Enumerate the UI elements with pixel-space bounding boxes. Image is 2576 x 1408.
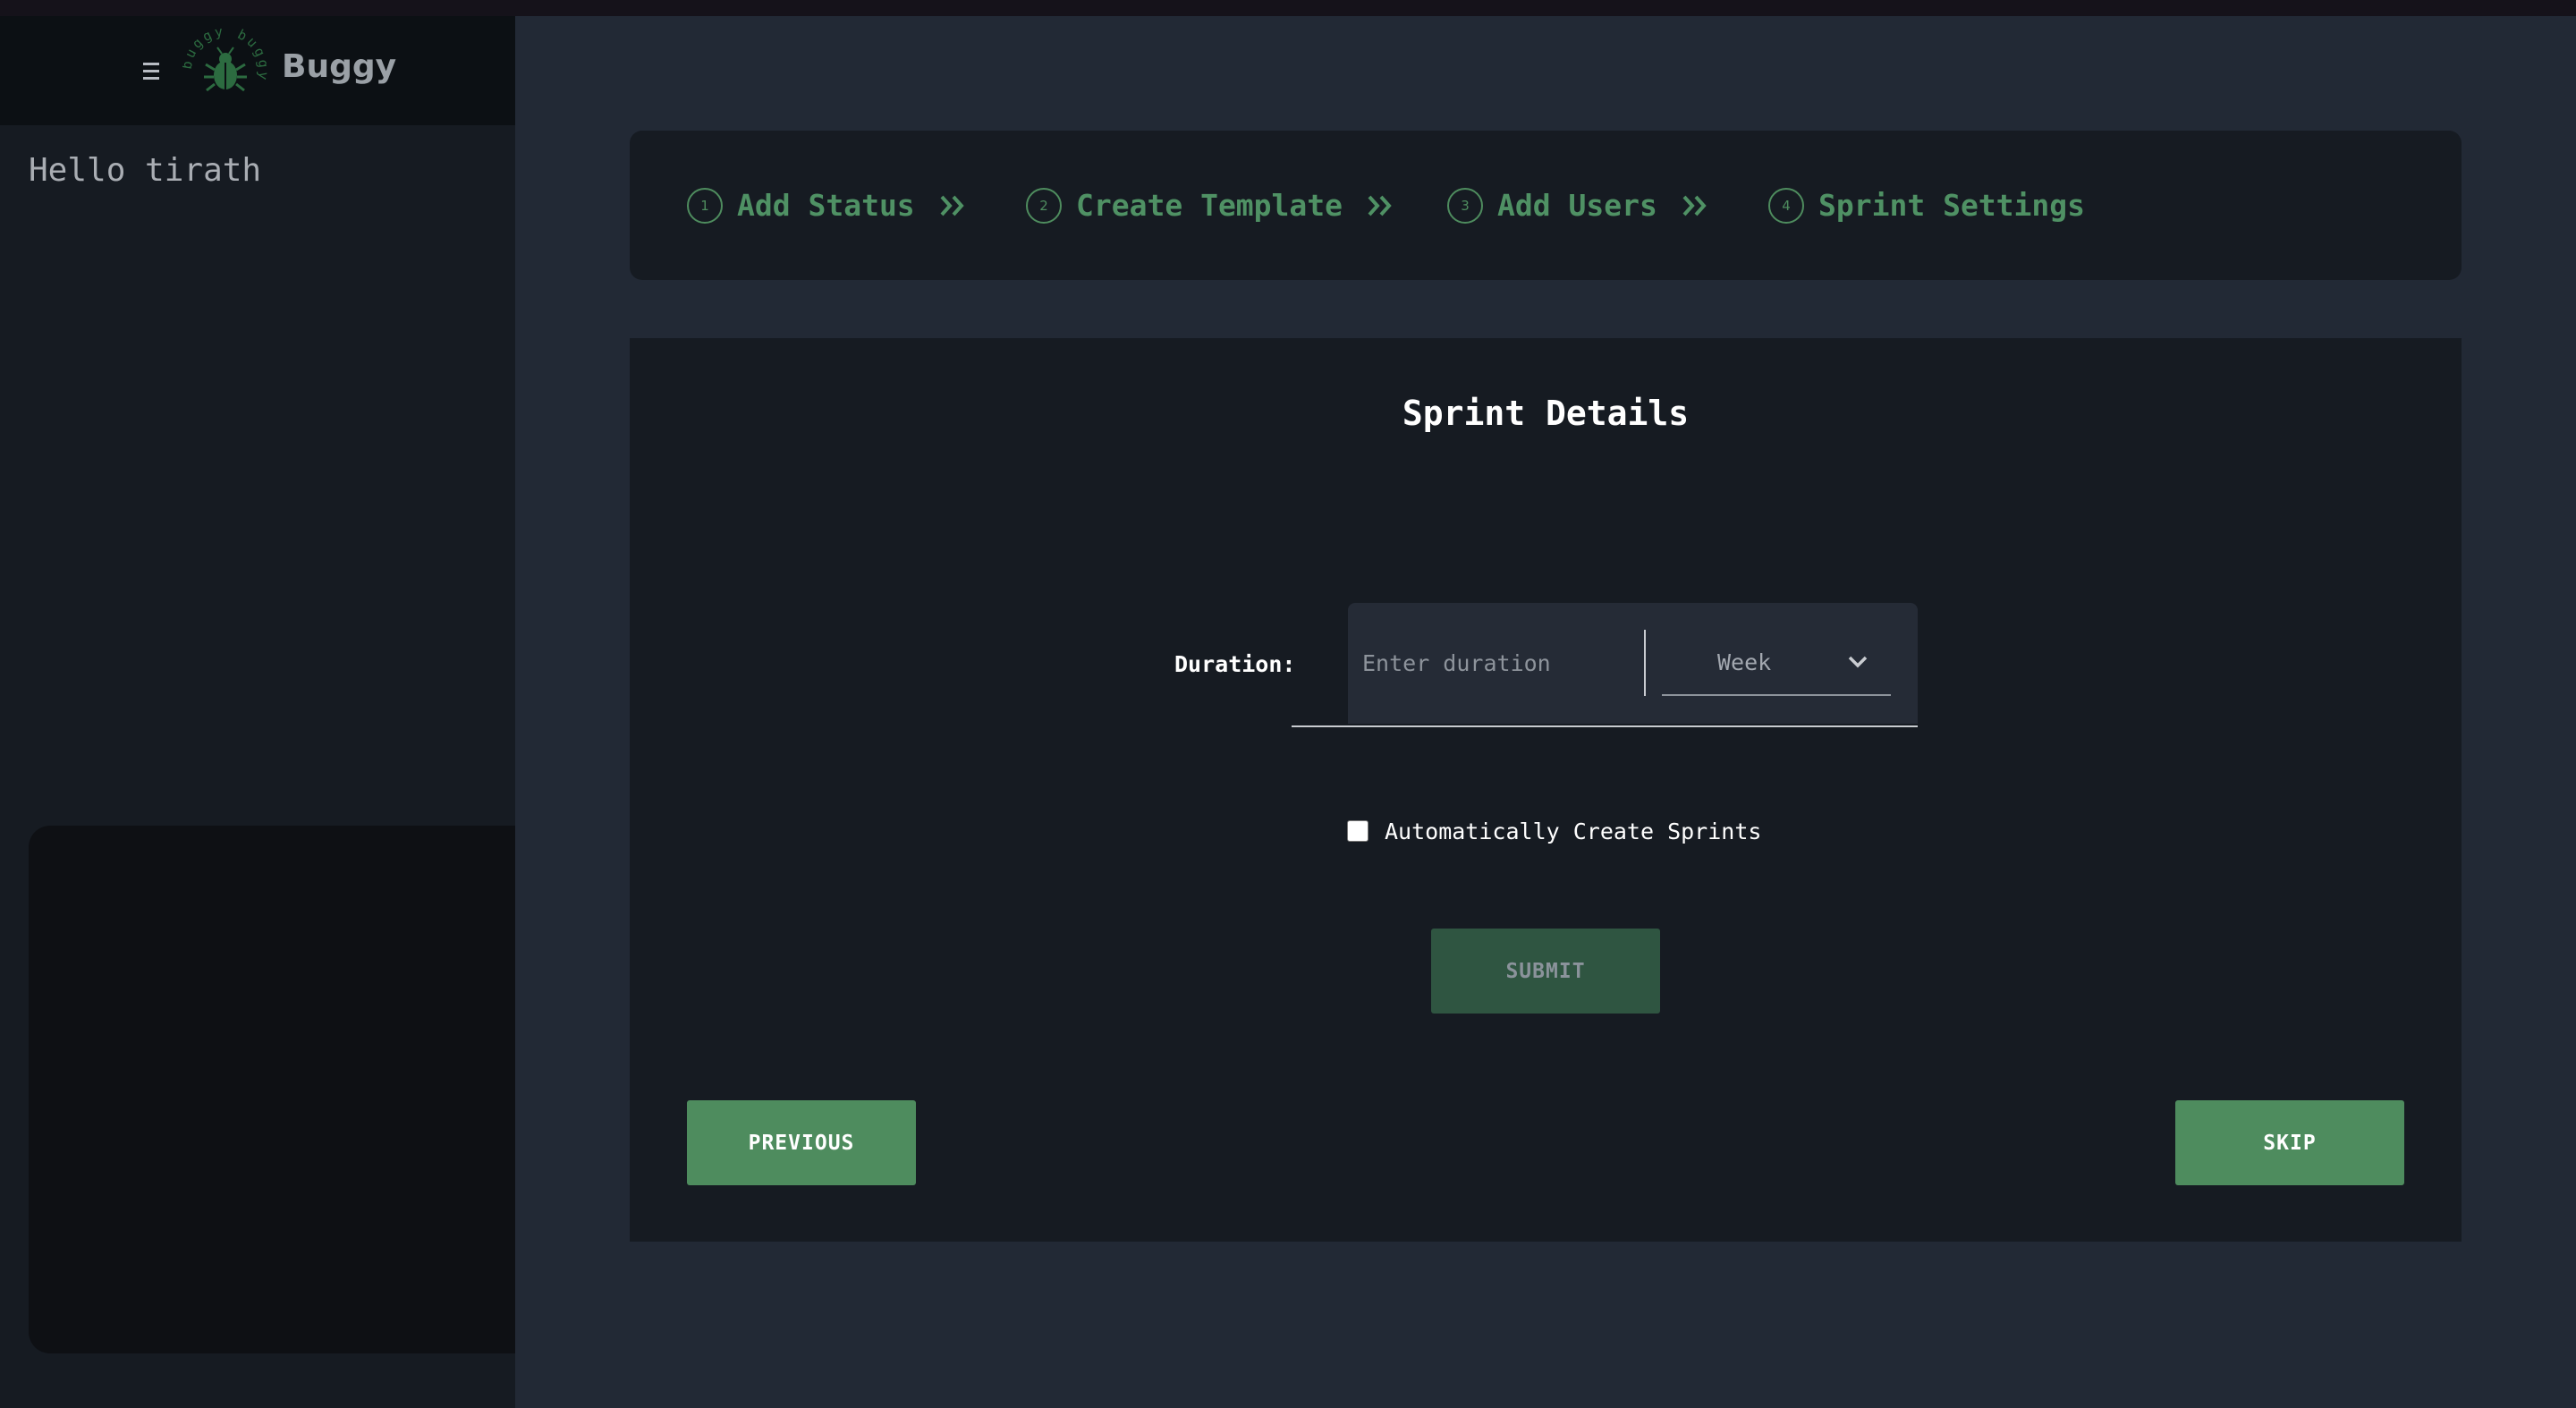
step-number-badge: 4 [1768, 187, 1804, 224]
duration-field-group: Week [1348, 603, 1918, 724]
sidebar-panel [29, 826, 515, 1353]
previous-button[interactable]: PREVIOUS [687, 1100, 916, 1185]
step-label: Sprint Settings [1818, 188, 2086, 223]
step-add-users[interactable]: 3 Add Users [1447, 131, 1709, 280]
step-label: Add Users [1497, 188, 1657, 223]
setup-stepper: 1 Add Status 2 Create Template 3 Add Use… [630, 131, 2462, 280]
auto-create-label: Automatically Create Sprints [1385, 818, 1762, 844]
step-number-badge: 2 [1026, 187, 1062, 224]
duration-label: Duration: [1174, 651, 1296, 677]
submit-button[interactable]: SUBMIT [1431, 929, 1660, 1014]
app-name: Buggy [282, 48, 397, 85]
step-number-badge: 1 [687, 187, 723, 224]
step-number-badge: 3 [1447, 187, 1483, 224]
double-chevron-right-icon [1368, 195, 1392, 216]
bug-icon: buggy buggy [179, 23, 269, 113]
auto-create-checkbox[interactable] [1347, 820, 1368, 842]
page-title: Sprint Details [1402, 394, 1690, 433]
sidebar-header: buggy buggy Buggy [0, 16, 515, 125]
field-divider [1644, 630, 1646, 696]
sprint-details-card: Sprint Details Duration: Week Automatica… [630, 338, 2462, 1242]
window-top-strip [0, 0, 2576, 16]
step-add-status[interactable]: 1 Add Status [687, 131, 967, 280]
step-label: Add Status [737, 188, 915, 223]
sidebar: buggy buggy Buggy Hello tirath [0, 16, 515, 1408]
double-chevron-right-icon [940, 195, 964, 216]
chevron-down-icon [1848, 656, 1868, 668]
step-create-template[interactable]: 2 Create Template [1026, 131, 1394, 280]
auto-create-row: Automatically Create Sprints [1347, 813, 1761, 849]
double-chevron-right-icon [1682, 195, 1707, 216]
duration-underline [1292, 725, 1918, 727]
step-sprint-settings[interactable]: 4 Sprint Settings [1768, 131, 2085, 280]
duration-input[interactable] [1348, 603, 1639, 724]
step-label: Create Template [1076, 188, 1343, 223]
hamburger-icon[interactable] [143, 57, 165, 84]
greeting-text: Hello tirath [29, 152, 262, 189]
unit-selected-value: Week [1717, 649, 1772, 675]
skip-button[interactable]: SKIP [2175, 1100, 2404, 1185]
duration-unit-select[interactable]: Week [1662, 630, 1891, 696]
